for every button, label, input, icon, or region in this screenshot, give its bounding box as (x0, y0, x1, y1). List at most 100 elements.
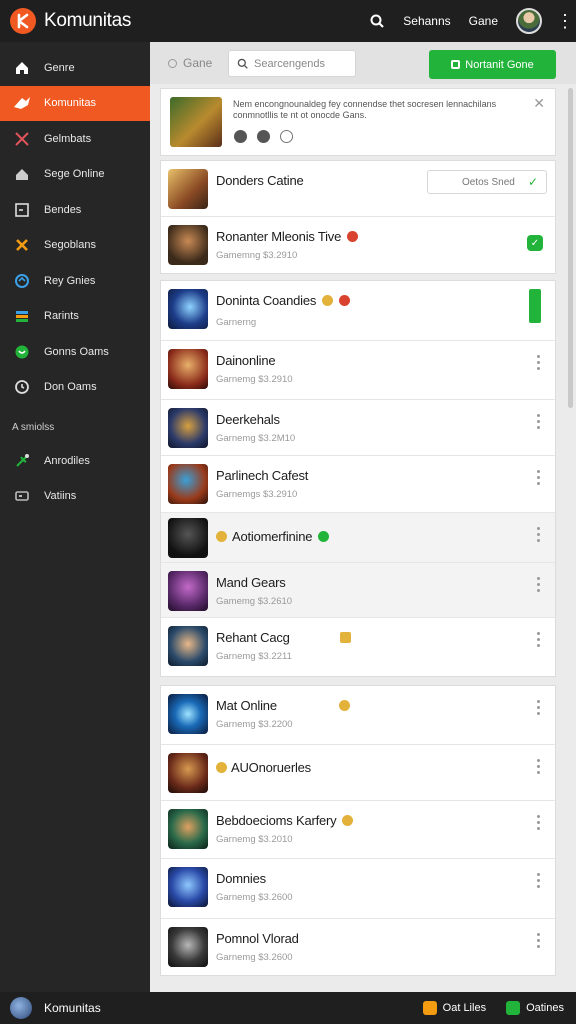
sidebar-item-label: Don Oams (44, 381, 97, 394)
sidebar-item-don-oams[interactable]: Don Oams (0, 370, 150, 406)
game-title: Bebdoecioms Karfery (216, 813, 354, 828)
sidebar-item-genre[interactable]: Genre (0, 50, 150, 86)
sidebar-item-sege-online[interactable]: Sege Online (0, 157, 150, 193)
notice-thumbnail (170, 97, 222, 147)
sidebar-item-bendes[interactable]: Bendes (0, 192, 150, 228)
top-link-games[interactable]: Gane (469, 14, 498, 28)
game-thumbnail (168, 571, 208, 611)
user-avatar[interactable] (516, 8, 542, 34)
bottom-link-chat[interactable]: Oat Liles (443, 1002, 486, 1014)
sidebar-item-label: Vatiins (44, 490, 77, 503)
scroll-handle[interactable] (529, 289, 541, 323)
more-menu-icon[interactable]: ⋮ (556, 12, 574, 30)
bottom-title: Komunitas (44, 1001, 101, 1015)
row-menu-icon[interactable] (537, 933, 541, 948)
info-icon[interactable] (234, 130, 247, 143)
list-item[interactable]: Aotiomerfinine (161, 513, 555, 563)
rocket-icon (12, 451, 32, 471)
game-filter-label: Gane (183, 56, 213, 70)
sidebar-item-rey-gnies[interactable]: Rey Gnies (0, 263, 150, 299)
row-menu-icon[interactable] (537, 700, 541, 715)
search-icon[interactable] (365, 9, 389, 33)
game-list-card: Donders Catine Oetos Sned ✓ Ronanter Mle… (160, 160, 556, 274)
game-subtitle: Garnemg $3.2600 (216, 952, 293, 963)
list-item[interactable]: AUOnoruerles (161, 745, 555, 801)
bottom-link-online[interactable]: Oatines (526, 1002, 564, 1014)
sidebar-item-rarints[interactable]: Rarints (0, 299, 150, 335)
row-menu-icon[interactable] (537, 527, 541, 542)
list-item[interactable]: Doninta Coandies Garnerng (161, 281, 555, 341)
sidebar-item-anrodiles[interactable]: Anrodiles (0, 443, 150, 479)
status-label: Oetos Sned (462, 176, 515, 188)
row-menu-icon[interactable] (537, 355, 541, 370)
list-item[interactable]: Pomnol Vlorad Garnemg $3.2600 (161, 919, 555, 975)
game-subtitle: Garnemg $3.2910 (216, 374, 293, 385)
game-title: Rehant Cacg (216, 630, 351, 645)
game-title: Dainonline (216, 353, 276, 368)
chat-icon (12, 342, 32, 362)
game-thumbnail (168, 408, 208, 448)
trophy-badge-icon (322, 295, 334, 306)
flame-badge-icon (339, 295, 351, 306)
flame-badge-icon (347, 231, 359, 242)
game-title: Doninta Coandies (216, 293, 351, 308)
close-icon[interactable]: ✕ (533, 95, 545, 112)
list-item[interactable]: Rehant Cacg Garnemg $3.2211 (161, 618, 555, 676)
sidebar-item-gonns-oams[interactable]: Gonns Oams (0, 334, 150, 370)
game-subtitle: Garnerng (216, 317, 257, 328)
search-icon (237, 58, 248, 69)
sidebar-item-label: Segoblans (44, 239, 96, 252)
chat-icon (422, 1001, 437, 1015)
list-item[interactable]: Donders Catine Oetos Sned ✓ (161, 161, 555, 217)
top-bar: Komunitas Sehanns Gane ⋮ (0, 0, 576, 42)
sidebar-section-title: A smiolss (12, 421, 55, 433)
x-icon (12, 235, 32, 255)
row-menu-icon[interactable] (537, 414, 541, 429)
sidebar-item-label: Komunitas (44, 97, 96, 110)
list-item[interactable]: Domnies Garnemg $3.2600 (161, 859, 555, 919)
list-item[interactable]: Mand Gears Gamemg $3.2610 (161, 563, 555, 618)
list-item[interactable]: Deerkehals Garnemg $3.2M10 (161, 400, 555, 456)
sidebar-item-gelmbats[interactable]: Gelmbats (0, 121, 150, 157)
row-menu-icon[interactable] (537, 577, 541, 592)
list-item[interactable]: Parlinech Cafest Garnemgs $3.2910 (161, 456, 555, 513)
list-item[interactable]: Bebdoecioms Karfery Garnemg $3.2010 (161, 801, 555, 859)
row-menu-icon[interactable] (537, 873, 541, 888)
sidebar-item-label: Rarints (44, 310, 79, 323)
sidebar-item-komunitas[interactable]: Komunitas (0, 85, 150, 121)
game-thumbnail (168, 753, 208, 793)
top-link-search[interactable]: Sehanns (403, 14, 450, 28)
app-logo-icon[interactable] (10, 8, 36, 34)
game-subtitle: Garnemg $3.2211 (216, 651, 292, 662)
community-icon (12, 93, 32, 113)
row-menu-icon[interactable] (537, 632, 541, 647)
search-box[interactable] (228, 50, 356, 77)
list-item[interactable]: Ronanter Mleonis Tive Gamemng $3.2910 ✓ (161, 217, 555, 273)
checkbox-checked-icon[interactable]: ✓ (527, 235, 543, 251)
row-menu-icon[interactable] (537, 470, 541, 485)
scrollbar[interactable] (568, 88, 573, 408)
list-item[interactable]: Mat Online Garnemg $3.2200 (161, 686, 555, 745)
row-menu-icon[interactable] (537, 815, 541, 830)
list-item[interactable]: Dainonline Garnemg $3.2910 (161, 341, 555, 400)
sidebar-item-vatiins[interactable]: Vatiins (0, 479, 150, 515)
green-badge-icon (318, 531, 330, 542)
row-menu-icon[interactable] (537, 759, 541, 774)
search-input[interactable] (254, 57, 354, 70)
game-title: Ronanter Mleonis Tive (216, 229, 359, 244)
game-title: Donders Catine (216, 173, 304, 188)
send-icon[interactable] (257, 130, 270, 143)
radio-icon (168, 58, 177, 68)
sidebar-item-segoblans[interactable]: Segoblans (0, 228, 150, 264)
status-dropdown[interactable]: Oetos Sned ✓ (427, 170, 547, 194)
game-subtitle: Garnemg $3.2600 (216, 892, 293, 903)
circle-icon[interactable] (280, 130, 293, 143)
game-thumbnail (168, 289, 208, 329)
new-game-button[interactable]: Nortanit Gone (429, 50, 556, 79)
avatar[interactable] (10, 997, 32, 1019)
emoji-badge-icon (338, 700, 350, 711)
game-thumbnail (168, 169, 208, 209)
square-icon (12, 200, 32, 220)
game-filter-radio[interactable]: Gane (168, 56, 212, 70)
game-subtitle: Gamemng $3.2910 (216, 250, 298, 261)
